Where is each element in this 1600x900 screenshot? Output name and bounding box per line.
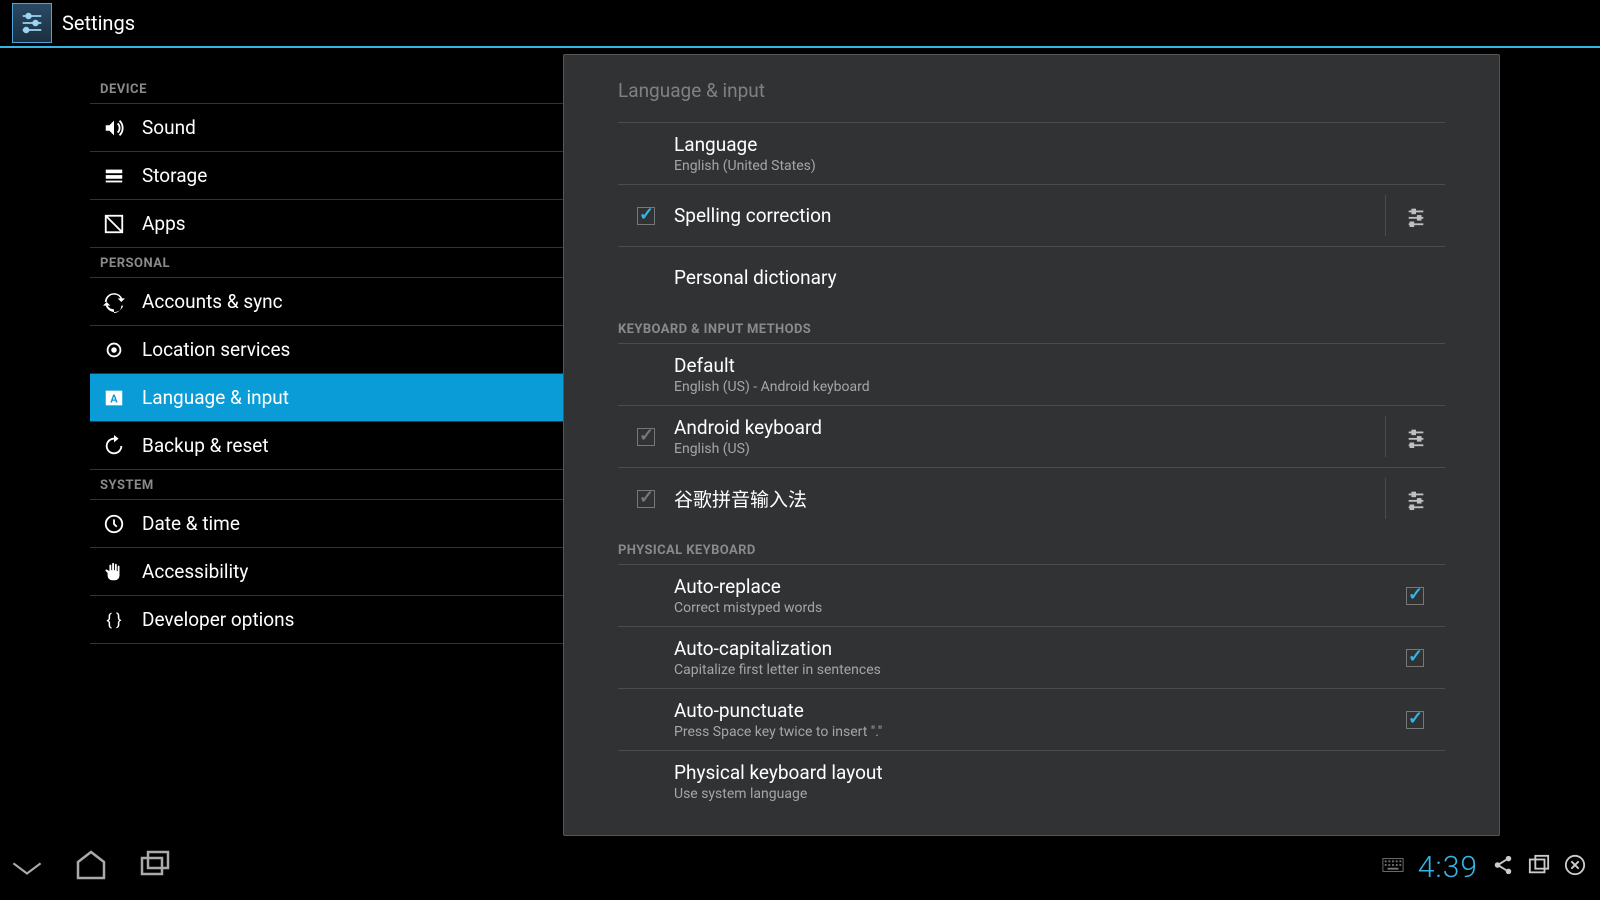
clock-time[interactable]: 4:39 xyxy=(1418,850,1478,885)
settings-sidebar: DEVICE Sound Storage Apps PERSONAL Accou… xyxy=(0,48,563,836)
sidebar-item-developer[interactable]: { } Developer options xyxy=(90,596,563,644)
home-button[interactable] xyxy=(74,848,108,886)
sidebar-item-language[interactable]: A Language & input xyxy=(90,374,563,422)
detail-column: Language & input Language English (Unite… xyxy=(563,48,1600,836)
screenshot-icon[interactable] xyxy=(1528,854,1550,880)
sidebar-item-label: Date & time xyxy=(142,512,240,535)
sidebar-item-label: Location services xyxy=(142,338,290,361)
restore-icon xyxy=(100,435,128,457)
sidebar-item-storage[interactable]: Storage xyxy=(90,152,563,200)
sidebar-item-accessibility[interactable]: Accessibility xyxy=(90,548,563,596)
sidebar-item-label: Accounts & sync xyxy=(142,290,283,313)
keyboard-a-icon: A xyxy=(100,387,128,409)
row-default-ime[interactable]: Default English (US) - Android keyboard xyxy=(618,343,1445,405)
hand-icon xyxy=(100,561,128,583)
recent-apps-button[interactable] xyxy=(138,848,172,886)
row-title: Personal dictionary xyxy=(674,266,1445,289)
sidebar-item-label: Backup & reset xyxy=(142,434,269,457)
row-title: Spelling correction xyxy=(674,204,1385,227)
row-title: Auto-capitalization xyxy=(674,637,1385,660)
sidebar-section-device: DEVICE xyxy=(90,74,563,104)
sidebar-section-system: SYSTEM xyxy=(90,470,563,500)
row-title: Auto-replace xyxy=(674,575,1385,598)
row-auto-capitalization[interactable]: Auto-capitalization Capitalize first let… xyxy=(618,626,1445,688)
svg-text:{ }: { } xyxy=(106,611,122,630)
settings-sliders-icon[interactable] xyxy=(1385,478,1445,519)
sidebar-item-label: Apps xyxy=(142,212,186,235)
panel-title: Language & input xyxy=(618,55,1445,122)
sidebar-section-personal: PERSONAL xyxy=(90,248,563,278)
sidebar-item-sound[interactable]: Sound xyxy=(90,104,563,152)
checkbox-icon[interactable] xyxy=(1406,711,1424,729)
apps-icon xyxy=(100,213,128,235)
row-spelling-correction[interactable]: Spelling correction xyxy=(618,184,1445,246)
row-title: Auto-punctuate xyxy=(674,699,1385,722)
sidebar-item-datetime[interactable]: Date & time xyxy=(90,500,563,548)
sidebar-item-label: Storage xyxy=(142,164,207,187)
section-header-keyboard: KEYBOARD & INPUT METHODS xyxy=(618,308,1445,343)
settings-sliders-icon[interactable] xyxy=(1385,195,1445,236)
row-personal-dictionary[interactable]: Personal dictionary xyxy=(618,246,1445,308)
sidebar-item-label: Developer options xyxy=(142,608,294,631)
titlebar: Settings xyxy=(0,0,1600,48)
checkbox-icon[interactable] xyxy=(637,428,655,446)
row-subtitle: English (United States) xyxy=(674,158,1445,174)
volume-icon xyxy=(100,117,128,139)
checkbox-icon[interactable] xyxy=(637,207,655,225)
braces-icon: { } xyxy=(100,609,128,631)
row-physical-layout[interactable]: Physical keyboard layout Use system lang… xyxy=(618,750,1445,812)
row-title: 谷歌拼音输入法 xyxy=(674,485,1385,512)
row-language[interactable]: Language English (United States) xyxy=(618,122,1445,184)
keyboard-status-icon[interactable] xyxy=(1382,854,1404,880)
row-auto-punctuate[interactable]: Auto-punctuate Press Space key twice to … xyxy=(618,688,1445,750)
checkbox-icon[interactable] xyxy=(1406,587,1424,605)
svg-text:A: A xyxy=(110,392,118,405)
row-google-pinyin[interactable]: 谷歌拼音输入法 xyxy=(618,467,1445,529)
workspace: DEVICE Sound Storage Apps PERSONAL Accou… xyxy=(0,48,1600,836)
sync-icon xyxy=(100,291,128,313)
settings-sliders-icon[interactable] xyxy=(1385,416,1445,457)
row-title: Language xyxy=(674,133,1445,156)
sidebar-item-accounts[interactable]: Accounts & sync xyxy=(90,278,563,326)
clock-icon xyxy=(100,513,128,535)
language-input-panel: Language & input Language English (Unite… xyxy=(563,54,1500,836)
row-title: Android keyboard xyxy=(674,416,1385,439)
row-subtitle: Correct mistyped words xyxy=(674,600,1385,616)
sidebar-item-apps[interactable]: Apps xyxy=(90,200,563,248)
system-navbar: 4:39 xyxy=(0,836,1600,898)
settings-app-icon xyxy=(12,3,52,43)
section-header-physical: PHYSICAL KEYBOARD xyxy=(618,529,1445,564)
row-subtitle: Use system language xyxy=(674,786,1445,802)
storage-icon xyxy=(100,165,128,187)
row-subtitle: English (US) - Android keyboard xyxy=(674,379,1445,395)
checkbox-icon[interactable] xyxy=(1406,649,1424,667)
row-subtitle: Capitalize first letter in sentences xyxy=(674,662,1385,678)
row-title: Default xyxy=(674,354,1445,377)
row-auto-replace[interactable]: Auto-replace Correct mistyped words xyxy=(618,564,1445,626)
back-button[interactable] xyxy=(10,848,44,886)
row-title: Physical keyboard layout xyxy=(674,761,1445,784)
sidebar-item-location[interactable]: Location services xyxy=(90,326,563,374)
page-title: Settings xyxy=(62,11,135,35)
row-android-keyboard[interactable]: Android keyboard English (US) xyxy=(618,405,1445,467)
sidebar-item-label: Sound xyxy=(142,116,196,139)
sidebar-item-backup[interactable]: Backup & reset xyxy=(90,422,563,470)
row-subtitle: English (US) xyxy=(674,441,1385,457)
sidebar-item-label: Accessibility xyxy=(142,560,248,583)
checkbox-icon[interactable] xyxy=(637,490,655,508)
close-x-icon[interactable] xyxy=(1564,854,1586,880)
share-icon[interactable] xyxy=(1492,854,1514,880)
row-subtitle: Press Space key twice to insert "." xyxy=(674,724,1385,740)
sidebar-item-label: Language & input xyxy=(142,386,289,409)
location-icon xyxy=(100,339,128,361)
